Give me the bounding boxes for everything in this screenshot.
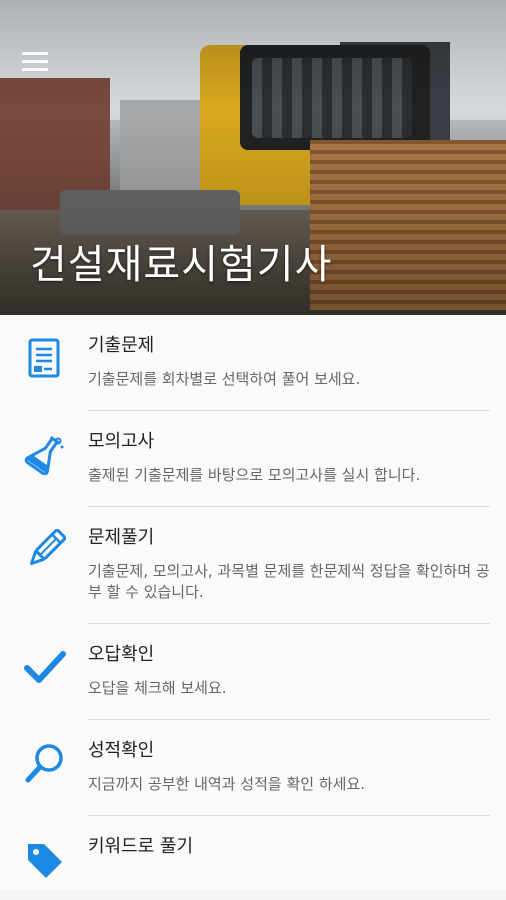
header-banner: 건설재료시험기사: [0, 0, 506, 315]
menu-item-mock-test[interactable]: 모의고사 출제된 기출문제를 바탕으로 모의고사를 실시 합니다.: [0, 411, 506, 507]
pencil-icon: [30, 529, 66, 565]
menu-item-desc: 기출문제, 모의고사, 과목별 문제를 한문제씩 정답을 확인하며 공부 할 수…: [88, 562, 490, 601]
menu-item-texts: 문제풀기 기출문제, 모의고사, 과목별 문제를 한문제씩 정답을 확인하며 공…: [88, 527, 490, 624]
menu-item-wrong-answers[interactable]: 오답확인 오답을 체크해 보세요.: [0, 624, 506, 720]
menu-item-desc: 오답을 체크해 보세요.: [88, 679, 227, 697]
magnifier-icon: [25, 744, 63, 783]
menu-item-title: 성적확인: [88, 740, 155, 761]
menu-item-title: 키워드로 풀기: [88, 836, 194, 857]
flask-icon: [24, 435, 64, 475]
tag-icon: [28, 844, 62, 878]
document-list-icon: [28, 338, 60, 378]
menu-item-title: 기출문제: [88, 335, 155, 356]
menu-item-texts: 모의고사 출제된 기출문제를 바탕으로 모의고사를 실시 합니다.: [88, 431, 490, 507]
menu-list: 기출문제 기출문제를 회차별로 선택하여 풀어 보세요. 모의고사 출제된 기출…: [0, 315, 506, 890]
menu-item-keywords[interactable]: 키워드로 풀기: [0, 816, 506, 890]
app-title: 건설재료시험기사: [30, 242, 333, 288]
menu-item-grades[interactable]: 성적확인 지금까지 공부한 내역과 성적을 확인 하세요.: [0, 720, 506, 816]
hamburger-menu-icon[interactable]: [22, 52, 48, 72]
menu-item-solve-questions[interactable]: 문제풀기 기출문제, 모의고사, 과목별 문제를 한문제씩 정답을 확인하며 공…: [0, 507, 506, 624]
menu-item-desc: 출제된 기출문제를 바탕으로 모의고사를 실시 합니다.: [88, 466, 421, 484]
menu-item-past-exams[interactable]: 기출문제 기출문제를 회차별로 선택하여 풀어 보세요.: [0, 315, 506, 411]
menu-item-title: 오답확인: [88, 644, 155, 665]
menu-item-texts: 성적확인 지금까지 공부한 내역과 성적을 확인 하세요.: [88, 740, 490, 816]
menu-item-title: 문제풀기: [88, 527, 155, 548]
menu-item-texts: 기출문제 기출문제를 회차별로 선택하여 풀어 보세요.: [88, 335, 490, 411]
menu-item-desc: 기출문제를 회차별로 선택하여 풀어 보세요.: [88, 370, 361, 388]
menu-item-desc: 지금까지 공부한 내역과 성적을 확인 하세요.: [88, 775, 366, 793]
menu-item-title: 모의고사: [88, 431, 155, 452]
menu-item-texts: 오답확인 오답을 체크해 보세요.: [88, 644, 490, 720]
checkmark-icon: [24, 651, 66, 683]
menu-item-texts: 키워드로 풀기: [88, 836, 490, 890]
